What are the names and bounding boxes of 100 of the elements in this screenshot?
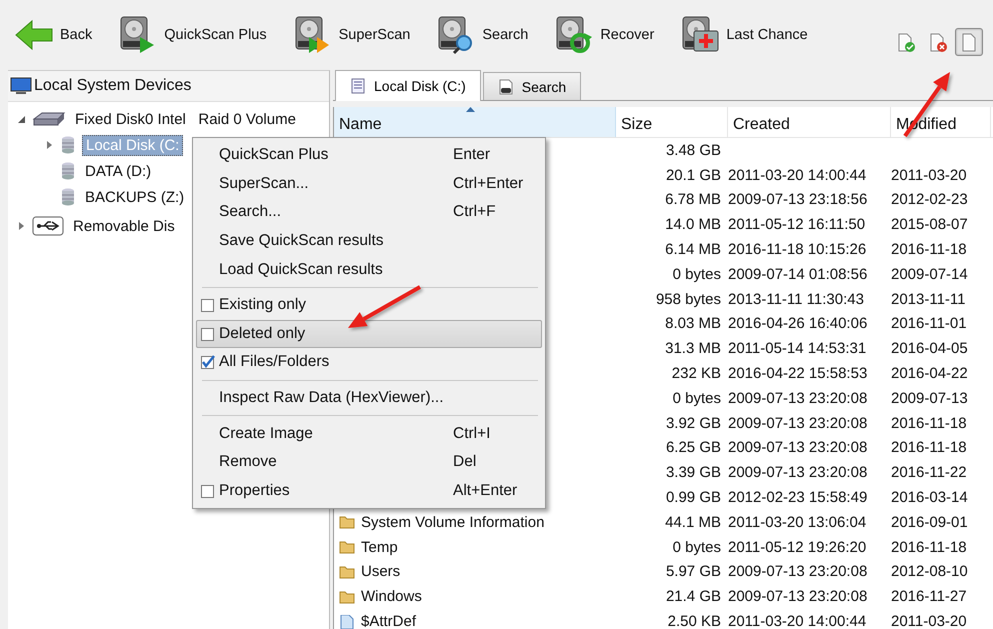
date-cell-text: 2009-07-13 23:20:08 [728, 414, 868, 432]
toolbar-button[interactable]: SuperScan [290, 13, 412, 57]
size-cell-text: 6.25 GB [664, 439, 722, 456]
menu-item[interactable]: Remove Del [196, 448, 542, 477]
date-cell-text: 2009-07-14 [891, 266, 969, 283]
panel-title: Local System Devices [34, 77, 192, 95]
file-name: System Volume Information [361, 514, 544, 531]
checkbox-icon[interactable] [201, 326, 215, 341]
date-cell-text: 2009-07-13 23:20:08 [728, 464, 868, 482]
checkbox-icon[interactable] [201, 355, 215, 370]
date-cell-text: 2011-05-12 19:26:20 [728, 538, 868, 556]
column-header[interactable]: Size [616, 107, 728, 137]
menu-item[interactable]: Create Image Ctrl+I [196, 419, 542, 448]
file-name: Temp [361, 538, 398, 556]
tree-item[interactable]: DATA (D:) [82, 162, 154, 180]
checkbox-icon[interactable] [201, 484, 215, 498]
shortcut-label: Ctrl+I [453, 424, 490, 443]
menu-item[interactable]: Inspect Raw Data (HexViewer)... [196, 384, 542, 412]
date-cell-text: 2016-11-18 [891, 241, 968, 258]
menu-item[interactable]: Save QuickScan results [196, 226, 542, 256]
menu-label: Remove [219, 453, 278, 472]
menu-label: Search... [219, 203, 282, 222]
menu-item[interactable]: Load QuickScan results [196, 255, 542, 284]
menu-item[interactable]: Properties Alt+Enter [196, 476, 542, 506]
date-cell-text: 2011-03-20 13:06:04 [728, 514, 868, 531]
menu-label: All Files/Folders [219, 353, 330, 372]
tree-item[interactable]: BACKUPS (Z:) [82, 188, 188, 206]
checkbox-icon[interactable] [201, 298, 215, 312]
tree-item[interactable]: Fixed Disk0 Intel Raid 0 Volume [72, 110, 299, 128]
date-cell-text: 2009-07-13 23:20:08 [728, 563, 868, 580]
date-cell-text: 2016-03-14 [891, 489, 969, 506]
menu-item[interactable]: SuperScan... Ctrl+Enter [196, 170, 542, 198]
size-cell-text: 232 KB [670, 365, 722, 382]
file-name: $AttrDef [361, 613, 416, 629]
column-header[interactable]: Name [334, 107, 616, 137]
menu-item[interactable]: Deleted only [196, 320, 542, 348]
shortcut-label: Enter [453, 146, 490, 164]
expand-icon[interactable] [16, 221, 26, 231]
menu-label: Deleted only [219, 324, 306, 343]
column-header[interactable]: Created [728, 107, 891, 137]
size-cell-text: 31.3 MB [664, 340, 722, 358]
file-name: Users [361, 563, 400, 580]
collapse-icon[interactable] [16, 114, 26, 124]
toolbar-button[interactable]: QuickScan Plus [116, 13, 269, 57]
date-cell-text: 2011-03-20 [891, 613, 968, 629]
tree-item[interactable]: Removable Dis [70, 216, 178, 236]
date-cell-text: 2016-04-22 [891, 365, 969, 382]
size-cell-text: 3.39 GB [664, 464, 722, 482]
date-cell-text: 2016-09-01 [891, 514, 969, 531]
date-cell-text: 2016-11-18 10:15:26 [728, 241, 868, 258]
tab[interactable]: Local Disk (C:) [335, 70, 481, 101]
menu-label: Save QuickScan results [219, 232, 385, 250]
back-button[interactable]: Back [12, 13, 94, 57]
menu-item[interactable]: All Files/Folders [196, 348, 542, 377]
date-cell-text: 2009-07-13 [891, 390, 969, 407]
date-cell-text: 2016-11-18 [891, 439, 968, 456]
date-cell-text: 2011-05-12 16:11:50 [728, 216, 866, 234]
monitor-icon [10, 76, 32, 96]
tab[interactable]: Search [482, 72, 582, 100]
date-cell-text: 2012-08-10 [891, 563, 969, 580]
size-cell-text: 3.92 GB [664, 414, 722, 432]
folder-icon [339, 590, 355, 604]
database-icon [60, 161, 76, 181]
date-cell-text: 2011-05-14 14:53:31 [728, 340, 868, 358]
date-cell-text: 2016-11-18 [891, 538, 968, 556]
menu-label: SuperScan... [219, 174, 310, 193]
toolbar-button[interactable]: Search [434, 13, 530, 57]
size-cell-text: 6.14 MB [664, 241, 722, 258]
date-cell-text: 2009-07-13 23:20:08 [728, 390, 868, 407]
shortcut-label: Ctrl+F [453, 203, 496, 222]
date-cell-text: 2016-04-22 15:58:53 [728, 365, 868, 382]
menu-label: Load QuickScan results [219, 260, 384, 279]
size-cell-text: 6.78 MB [664, 191, 722, 208]
date-cell-text: 2013-11-11 11:30:43 [728, 290, 865, 308]
filter-button[interactable] [955, 28, 983, 56]
size-cell-text: 958 bytes [654, 290, 722, 308]
date-cell-text: 2016-11-01 [891, 315, 968, 332]
date-cell-text: 2011-03-20 14:00:44 [728, 613, 868, 629]
sort-arrow-icon [466, 107, 475, 112]
file-name: Windows [361, 588, 422, 606]
size-cell-text: 0 bytes [672, 538, 722, 556]
size-cell-text: 8.03 MB [664, 315, 722, 332]
expand-icon[interactable] [44, 140, 54, 150]
menu-item[interactable]: Existing only [196, 290, 542, 320]
toolbar-button[interactable]: Recover [552, 13, 656, 57]
size-cell-text: 2.50 KB [666, 613, 722, 629]
folder-icon [339, 515, 355, 530]
disk-refresh-icon [554, 15, 594, 55]
size-cell-text: 3.48 GB [664, 142, 722, 159]
size-cell-text: 0 bytes [672, 266, 722, 283]
file-icon [339, 614, 355, 629]
date-cell-text: 2009-07-13 23:20:08 [728, 588, 868, 606]
date-cell-text: 2016-04-26 16:40:06 [728, 315, 868, 332]
toolbar-button[interactable]: Last Chance [678, 13, 810, 57]
database-icon [60, 135, 76, 155]
date-cell-text: 2016-11-18 [891, 414, 968, 432]
menu-item[interactable]: Search... Ctrl+F [196, 198, 542, 227]
date-cell-text: 2009-07-13 23:20:08 [728, 439, 868, 456]
date-cell-text: 2012-02-23 [891, 191, 969, 208]
menu-item[interactable]: QuickScan Plus Enter [196, 141, 542, 170]
